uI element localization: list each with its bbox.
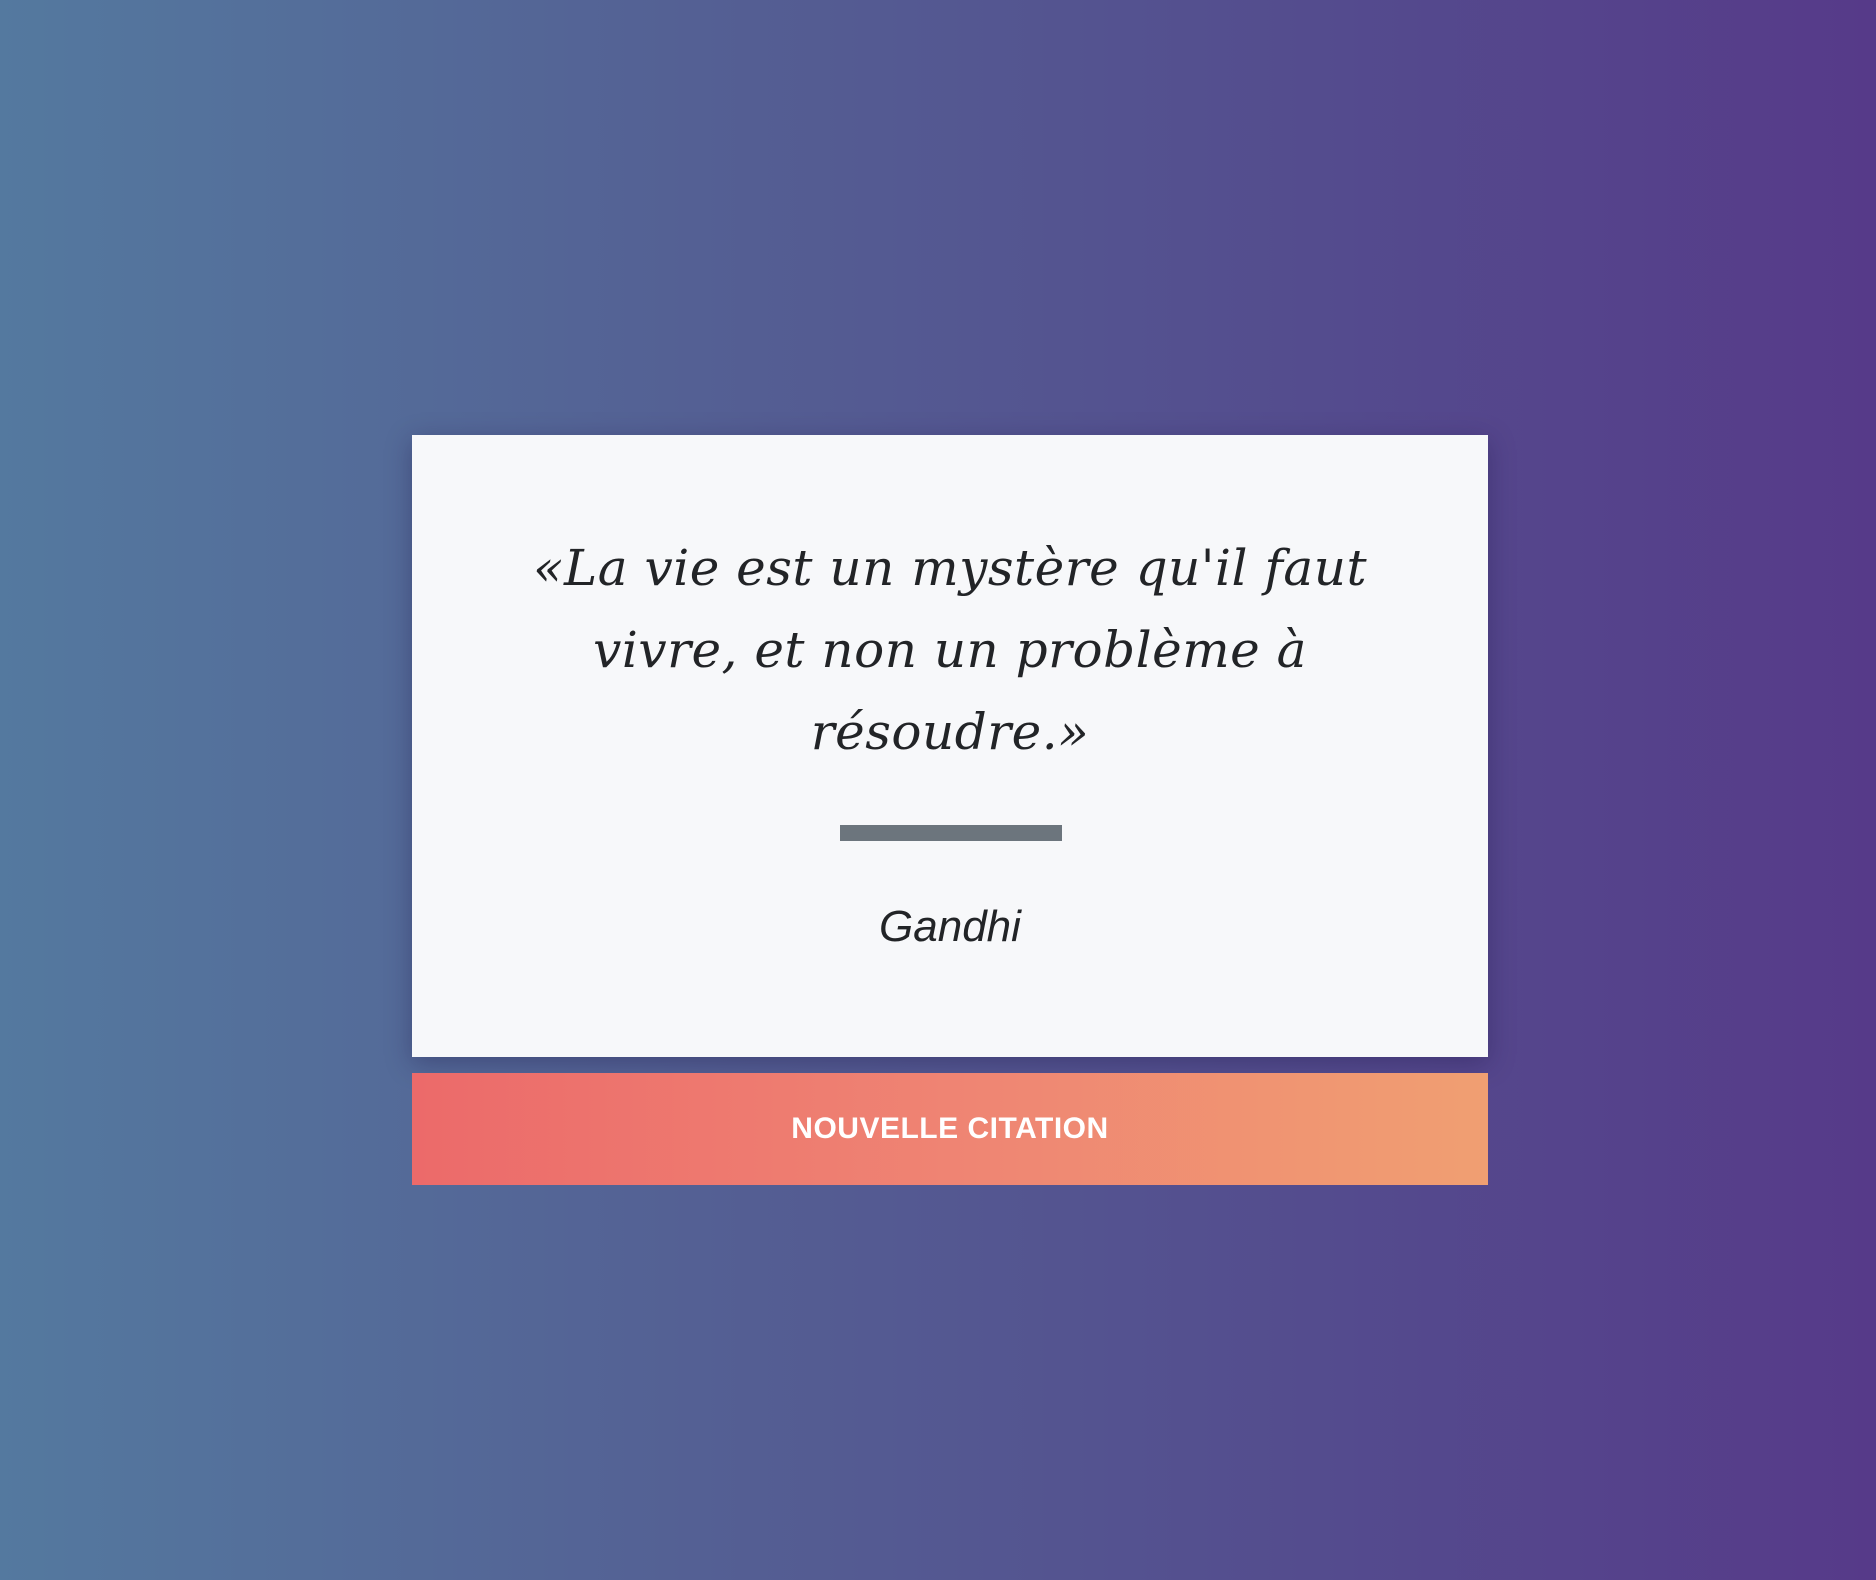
quote-card: «La vie est un mystère qu'il faut vivre,… (412, 435, 1488, 1057)
quote-divider (840, 825, 1062, 841)
new-quote-button[interactable]: NOUVELLE CITATION (412, 1073, 1488, 1185)
quote-author: Gandhi (879, 902, 1021, 951)
quote-text: «La vie est un mystère qu'il faut vivre,… (532, 539, 1368, 761)
